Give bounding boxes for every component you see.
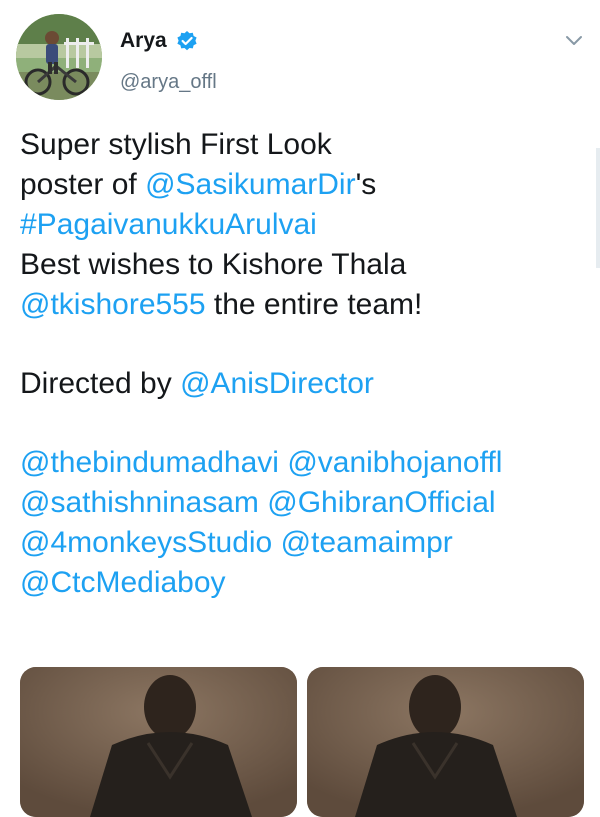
tweet-text-segment: Directed by bbox=[20, 367, 181, 400]
avatar-photo-icon bbox=[16, 14, 102, 100]
mention-link[interactable]: @teamaimpr bbox=[281, 526, 453, 559]
tweet-text-line: poster of @SasikumarDir's bbox=[20, 165, 588, 205]
author-display-name[interactable]: Arya bbox=[120, 28, 167, 54]
mention-link[interactable]: @AnisDirector bbox=[180, 367, 374, 400]
mention-link[interactable]: @tkishore555 bbox=[20, 288, 206, 321]
tweet-text-segment: 's bbox=[355, 168, 377, 201]
hashtag-link[interactable]: #PagaivanukkuArulvai bbox=[20, 208, 317, 241]
poster-image-icon bbox=[20, 667, 297, 817]
mention-link[interactable]: @SasikumarDir bbox=[145, 168, 355, 201]
tweet-text-line: Super stylish First Look bbox=[20, 125, 588, 165]
mention-link[interactable]: @4monkeysStudio bbox=[20, 526, 272, 559]
tweet-text-segment: poster of bbox=[20, 168, 146, 201]
tweet-text-line: @sathishninasam @GhibranOfficial bbox=[20, 483, 588, 523]
mention-link[interactable]: @vanibhojanoffl bbox=[287, 446, 502, 479]
tweet-text-segment bbox=[272, 526, 280, 559]
tweet-text-line: Best wishes to Kishore Thala bbox=[20, 245, 588, 285]
media-image-2[interactable] bbox=[307, 667, 584, 817]
tweet-text-segment bbox=[259, 486, 267, 519]
tweet-text: Super stylish First Look poster of @Sasik… bbox=[20, 125, 588, 603]
author-handle[interactable]: @arya_offl bbox=[120, 70, 217, 94]
mention-link[interactable]: @sathishninasam bbox=[20, 486, 259, 519]
tweet-text-segment: the entire team! bbox=[205, 288, 423, 321]
scrollbar[interactable] bbox=[596, 148, 600, 268]
tweet-text-line: Directed by @AnisDirector bbox=[20, 364, 588, 404]
tweet-text-line: @thebindumadhavi @vanibhojanoffl bbox=[20, 443, 588, 483]
verified-badge-icon bbox=[177, 31, 197, 51]
avatar[interactable] bbox=[16, 14, 102, 100]
tweet-text-line: @4monkeysStudio @teamaimpr bbox=[20, 523, 588, 563]
tweet-text-line: @tkishore555 the entire team! bbox=[20, 285, 588, 325]
mention-link[interactable]: @CtcMediaboy bbox=[20, 566, 226, 599]
tweet-text-line: @CtcMediaboy bbox=[20, 563, 588, 603]
chevron-down-icon[interactable] bbox=[564, 34, 584, 48]
media-image-1[interactable] bbox=[20, 667, 297, 817]
mention-link[interactable]: @thebindumadhavi bbox=[20, 446, 279, 479]
tweet-text-segment: Best wishes to Kishore Thala bbox=[20, 248, 407, 281]
mention-link[interactable]: @GhibranOfficial bbox=[267, 486, 495, 519]
tweet-text-segment: Super stylish First Look bbox=[20, 128, 332, 161]
poster-image-icon bbox=[307, 667, 584, 817]
tweet-text-line: #PagaivanukkuArulvai bbox=[20, 205, 588, 245]
